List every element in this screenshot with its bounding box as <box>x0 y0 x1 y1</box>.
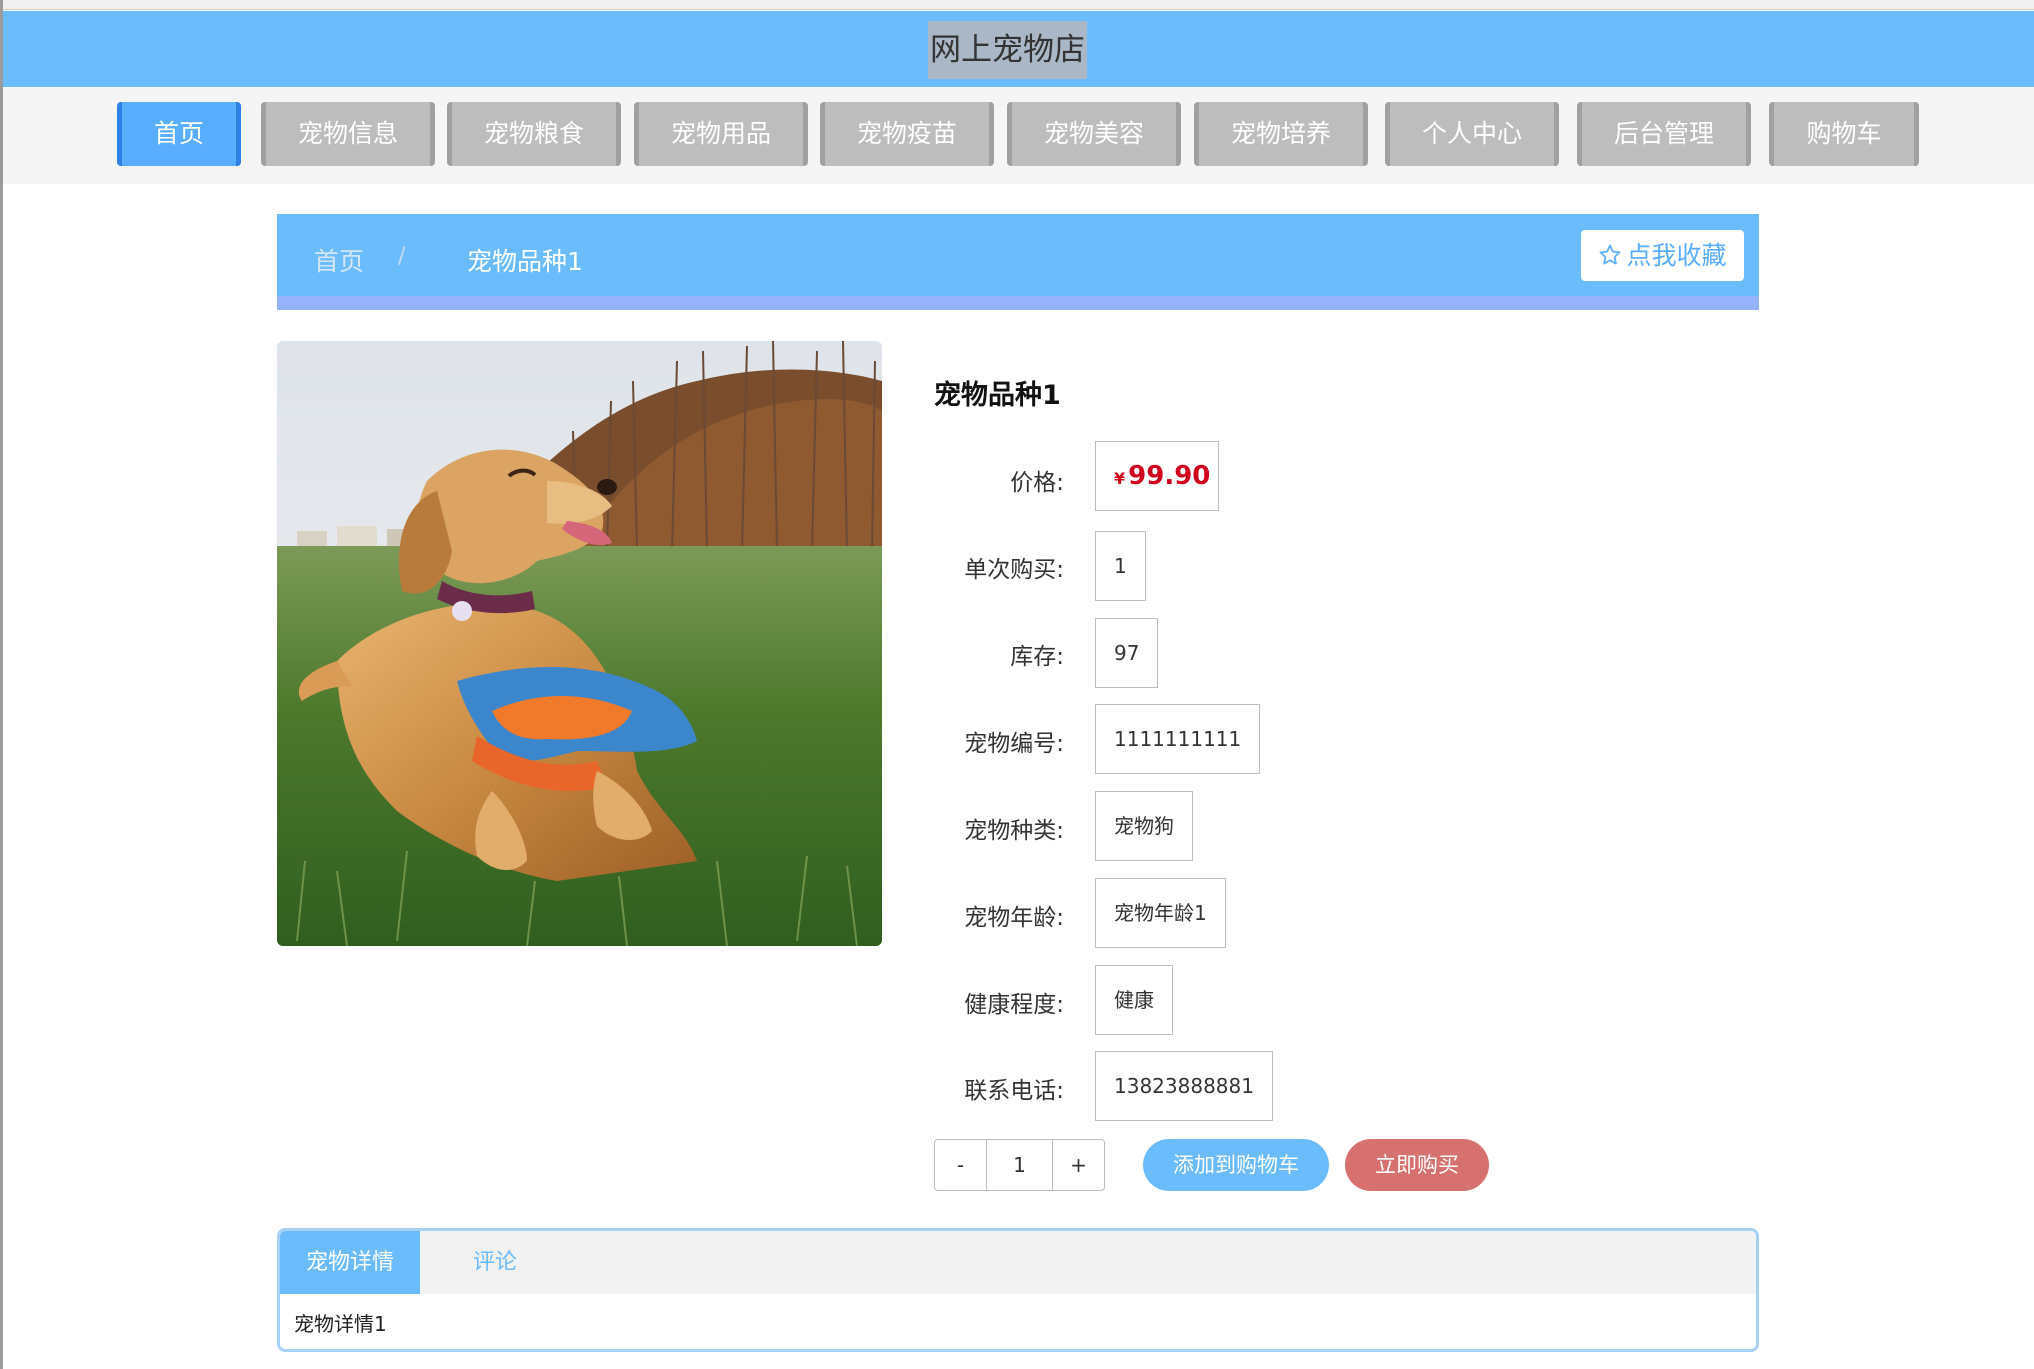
decrement-button[interactable]: - <box>935 1140 986 1190</box>
main-nav: 首页 宠物信息 宠物粮食 宠物用品 宠物疫苗 宠物美容 宠物培养 个人中心 后台… <box>3 87 2034 184</box>
health-value: 健康 <box>1095 965 1173 1035</box>
tab-pet-details[interactable]: 宠物详情 <box>280 1231 420 1294</box>
nav-item-pet-vaccine[interactable]: 宠物疫苗 <box>820 102 994 166</box>
single-purchase-label: 单次购买: <box>964 557 1064 583</box>
site-title: 网上宠物店 <box>928 21 1087 79</box>
add-to-cart-button[interactable]: 添加到购物车 <box>1143 1139 1329 1191</box>
window-top-edge <box>0 0 2034 10</box>
pet-id-label: 宠物编号: <box>964 731 1064 757</box>
product-title: 宠物品种1 <box>934 380 1061 411</box>
pet-type-value: 宠物狗 <box>1095 791 1193 861</box>
nav-item-admin[interactable]: 后台管理 <box>1577 102 1751 166</box>
quantity-input[interactable] <box>986 1140 1053 1190</box>
nav-item-pet-supplies[interactable]: 宠物用品 <box>634 102 808 166</box>
tab-header: 宠物详情 评论 <box>280 1231 1756 1294</box>
currency-symbol: ¥ <box>1114 469 1126 488</box>
tab-content: 宠物详情1 <box>294 1312 387 1336</box>
breadcrumb-current: 宠物品种1 <box>467 247 583 276</box>
breadcrumb: 首页 / 宠物品种1 点我收藏 <box>277 214 1759 310</box>
pet-age-label: 宠物年龄: <box>964 905 1064 931</box>
breadcrumb-home-link[interactable]: 首页 <box>314 242 364 278</box>
star-outline-icon <box>1600 244 1621 265</box>
nav-item-pet-info[interactable]: 宠物信息 <box>261 102 435 166</box>
nav-item-user-center[interactable]: 个人中心 <box>1385 102 1559 166</box>
title-bar: 网上宠物店 <box>3 11 2034 87</box>
pet-id-value: 1111111111 <box>1095 704 1261 774</box>
quantity-stepper: - + <box>934 1139 1105 1191</box>
buy-now-button[interactable]: 立即购买 <box>1345 1139 1489 1191</box>
price-amount: 99.90 <box>1128 461 1211 491</box>
price-label: 价格: <box>1010 470 1064 496</box>
nav-item-home[interactable]: 首页 <box>117 102 241 166</box>
breadcrumb-separator: / <box>398 244 406 269</box>
increment-button[interactable]: + <box>1053 1140 1104 1190</box>
favorite-label: 点我收藏 <box>1626 241 1727 270</box>
nav-item-pet-food[interactable]: 宠物粮食 <box>447 102 621 166</box>
stock-value: 97 <box>1095 618 1159 688</box>
tab-comments[interactable]: 评论 <box>420 1231 570 1294</box>
window-left-edge <box>0 0 3 1369</box>
phone-label: 联系电话: <box>964 1078 1064 1104</box>
stock-label: 库存: <box>1010 644 1064 670</box>
nav-item-cart[interactable]: 购物车 <box>1769 102 1919 166</box>
pet-age-value: 宠物年龄1 <box>1095 878 1226 948</box>
nav-item-pet-training[interactable]: 宠物培养 <box>1194 102 1368 166</box>
details-tabs: 宠物详情 评论 宠物详情1 <box>277 1228 1759 1352</box>
pet-type-label: 宠物种类: <box>964 818 1064 844</box>
phone-value: 13823888881 <box>1095 1051 1273 1121</box>
pet-photo <box>277 341 882 946</box>
nav-item-pet-grooming[interactable]: 宠物美容 <box>1007 102 1181 166</box>
price-value: ¥99.90 <box>1095 441 1219 511</box>
single-purchase-value: 1 <box>1095 531 1146 601</box>
favorite-button[interactable]: 点我收藏 <box>1581 230 1744 281</box>
health-label: 健康程度: <box>964 992 1064 1018</box>
